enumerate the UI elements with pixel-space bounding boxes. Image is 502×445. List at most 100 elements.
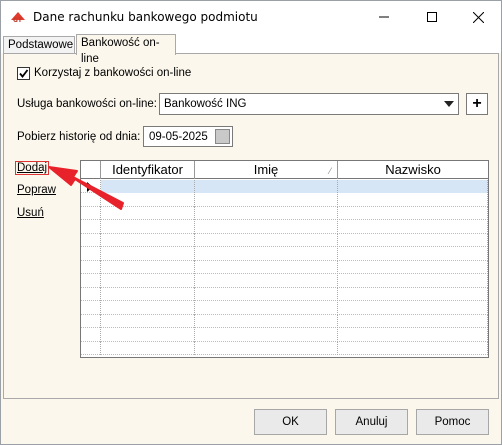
row-header-cell[interactable] — [81, 301, 101, 315]
table-cell[interactable] — [338, 261, 488, 274]
table-cell[interactable] — [338, 315, 488, 328]
table-cell[interactable] — [101, 234, 195, 247]
table-row[interactable] — [81, 193, 488, 207]
row-header-corner — [81, 161, 101, 179]
table-cell[interactable] — [101, 207, 195, 220]
table-row[interactable] — [81, 315, 488, 328]
current-row-pointer-icon — [87, 182, 93, 192]
plus-icon: + — [472, 95, 482, 112]
row-header-cell[interactable] — [81, 328, 101, 342]
row-header-cell[interactable] — [81, 274, 101, 288]
table-cell[interactable] — [101, 301, 195, 315]
row-header-cell[interactable] — [81, 247, 101, 261]
service-select[interactable]: Bankowość ING — [159, 93, 459, 115]
table-cell[interactable] — [101, 247, 195, 261]
tab-bankowosc-online[interactable]: Bankowość on-line — [76, 34, 176, 65]
table-cell[interactable] — [195, 207, 338, 220]
table-row[interactable] — [81, 288, 488, 301]
table-row[interactable] — [81, 342, 488, 355]
tab-podstawowe[interactable]: Podstawowe — [3, 36, 75, 54]
table-row[interactable] — [81, 234, 488, 247]
table-cell[interactable] — [338, 207, 488, 220]
history-label: Pobierz historię od dnia: — [17, 131, 141, 143]
table-cell[interactable] — [338, 220, 488, 234]
table-cell[interactable] — [101, 315, 195, 328]
table-cell[interactable] — [101, 328, 195, 342]
table-row[interactable] — [81, 220, 488, 234]
svg-text:GT: GT — [13, 17, 23, 24]
row-header-cell[interactable] — [81, 288, 101, 301]
ok-button[interactable]: OK — [254, 409, 327, 435]
row-header-cell[interactable] — [81, 261, 101, 274]
table-cell[interactable] — [101, 220, 195, 234]
history-date-field[interactable]: 09-05-2025 — [143, 126, 233, 147]
table-cell[interactable] — [195, 301, 338, 315]
add-service-button[interactable]: + — [466, 93, 488, 115]
table-cell[interactable] — [101, 342, 195, 355]
calendar-icon[interactable] — [215, 129, 230, 144]
table-cell[interactable] — [195, 193, 338, 207]
accounts-grid[interactable]: Identyfikator Imię ⁄ Nazwisko — [80, 160, 489, 358]
table-row[interactable] — [81, 180, 488, 193]
row-header-cell[interactable] — [81, 207, 101, 220]
table-row[interactable] — [81, 247, 488, 261]
column-header-identifier[interactable]: Identyfikator — [101, 161, 195, 179]
row-header-cell[interactable] — [81, 220, 101, 234]
app-logo-icon: GT — [11, 12, 25, 24]
table-cell[interactable] — [338, 180, 488, 193]
table-cell[interactable] — [195, 342, 338, 355]
row-header-cell[interactable] — [81, 193, 101, 207]
table-cell[interactable] — [195, 261, 338, 274]
table-row[interactable] — [81, 207, 488, 220]
column-header-first-name-label: Imię — [253, 162, 279, 177]
row-header-cell[interactable] — [81, 342, 101, 355]
close-button[interactable] — [455, 1, 501, 33]
table-cell[interactable] — [338, 328, 488, 342]
help-button[interactable]: Pomoc — [416, 409, 489, 435]
minimize-button[interactable] — [361, 1, 407, 33]
cancel-button[interactable]: Anuluj — [335, 409, 408, 435]
column-header-last-name[interactable]: Nazwisko — [338, 161, 488, 179]
row-header-cell[interactable] — [81, 180, 101, 193]
edit-link[interactable]: Popraw — [17, 184, 56, 196]
table-cell[interactable] — [195, 220, 338, 234]
table-cell[interactable] — [195, 247, 338, 261]
delete-link[interactable]: Usuń — [17, 207, 44, 219]
maximize-button[interactable] — [409, 1, 455, 33]
table-cell[interactable] — [338, 274, 488, 288]
row-header-cell[interactable] — [81, 234, 101, 247]
table-cell[interactable] — [338, 247, 488, 261]
table-cell[interactable] — [101, 261, 195, 274]
history-date-value: 09-05-2025 — [149, 131, 208, 143]
table-cell[interactable] — [101, 193, 195, 207]
table-cell[interactable] — [195, 288, 338, 301]
table-cell[interactable] — [195, 315, 338, 328]
table-cell[interactable] — [101, 288, 195, 301]
table-row[interactable] — [81, 301, 488, 315]
table-cell[interactable] — [195, 274, 338, 288]
table-cell[interactable] — [101, 180, 195, 193]
table-cell[interactable] — [338, 234, 488, 247]
dialog-window: GT Dane rachunku bankowego podmiotu Pods… — [0, 0, 502, 445]
table-cell[interactable] — [195, 234, 338, 247]
maximize-icon — [427, 12, 437, 22]
sort-indicator-icon: ⁄ — [329, 166, 331, 176]
table-cell[interactable] — [338, 301, 488, 315]
table-cell[interactable] — [338, 193, 488, 207]
table-cell[interactable] — [338, 288, 488, 301]
add-link[interactable]: Dodaj — [15, 161, 50, 175]
row-header-cell[interactable] — [81, 315, 101, 328]
minimize-icon — [379, 16, 389, 18]
use-online-label: Korzystaj z bankowości on-line — [34, 67, 192, 79]
table-cell[interactable] — [195, 180, 338, 193]
table-cell[interactable] — [101, 274, 195, 288]
table-row[interactable] — [81, 328, 488, 342]
table-row[interactable] — [81, 274, 488, 288]
use-online-checkbox[interactable] — [17, 67, 30, 80]
table-cell[interactable] — [338, 342, 488, 355]
table-cell[interactable] — [195, 328, 338, 342]
column-header-first-name[interactable]: Imię ⁄ — [195, 161, 338, 179]
table-row[interactable] — [81, 261, 488, 274]
close-icon — [472, 11, 484, 23]
service-select-value: Bankowość ING — [164, 98, 247, 110]
